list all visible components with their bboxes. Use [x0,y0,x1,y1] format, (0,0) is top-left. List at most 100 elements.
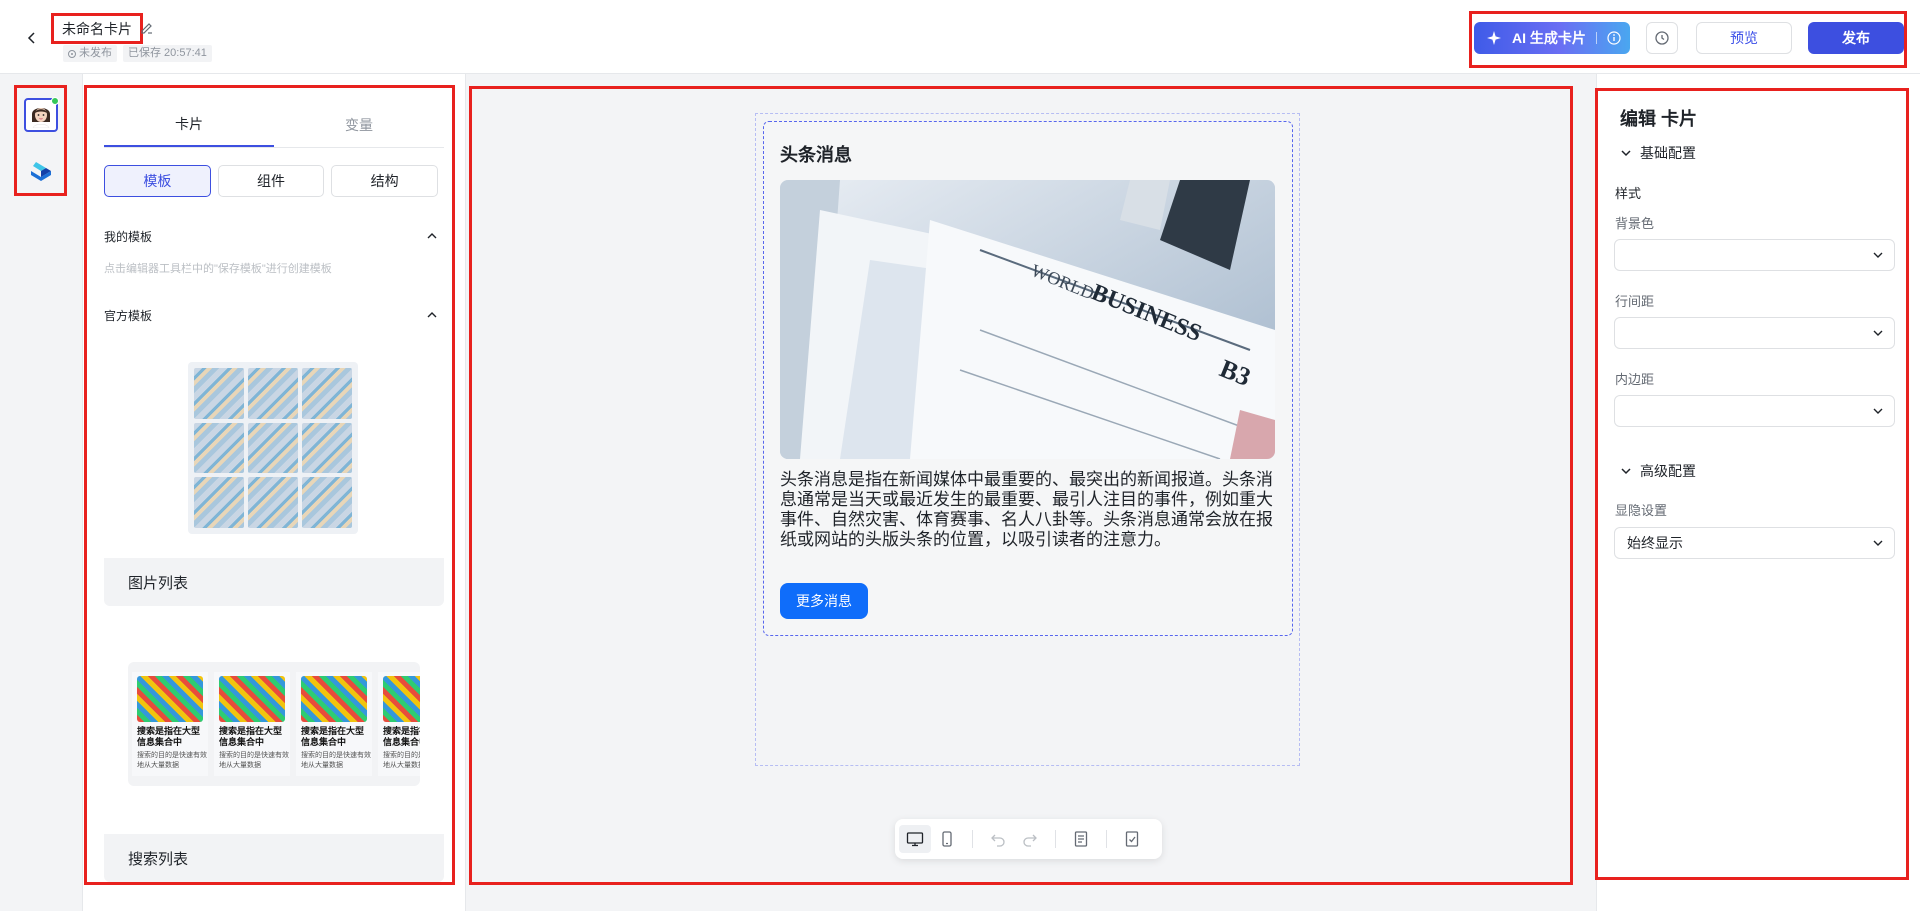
grid-thumb [194,477,244,528]
search-item-desc: 搜索的目的是快速有效地从大量数据 [301,752,371,769]
toolbar-divider [1106,830,1107,848]
segment-structure[interactable]: 结构 [331,165,439,197]
visibility-label: 显隐设置 [1615,503,1668,518]
grid-thumb [194,368,244,419]
right-panel-highlight [1595,88,1909,880]
preview-button[interactable]: 预览 [1696,22,1792,54]
tab-variables[interactable]: 变量 [274,102,444,147]
grid-thumb [302,368,352,419]
tab-card[interactable]: 卡片 [104,102,274,147]
grid-thumb [302,422,352,474]
undo-button[interactable] [982,825,1014,853]
grid-thumb [248,477,298,528]
basic-config-toggle[interactable]: 基础配置 [1620,143,1696,163]
padding-select[interactable] [1614,395,1895,427]
search-preview-item: 搜索是指在大型信息集合中 搜索的目的是快速有效地从大量数据 [296,672,372,776]
chevron-down-icon [1873,408,1883,414]
ai-generate-label: AI 生成卡片 [1512,30,1586,46]
search-item-desc: 搜索的目的是快速有效地从大量数据 [137,752,207,769]
my-templates-hint: 点击编辑器工具栏中的"保存模板"进行创建模板 [104,263,332,275]
back-button[interactable] [20,26,44,50]
edit-panel-title: 编辑 卡片 [1620,109,1698,129]
newspaper-image[interactable]: WORLD BUSINESS B3 [780,180,1275,459]
visibility-select[interactable]: 始终显示 [1614,527,1895,559]
toolbar-divider [1055,830,1056,848]
saved-time-text: 已保存 20:57:41 [128,47,207,59]
history-button[interactable] [1646,22,1678,54]
grid-thumb [248,422,298,474]
template-name: 搜索列表 [104,834,444,882]
segment-templates[interactable]: 模板 [104,165,211,197]
divider [1595,32,1597,44]
chevron-down-icon [1621,150,1631,157]
line-height-select[interactable] [1614,317,1895,349]
image-grid-preview [188,362,358,534]
grid-thumb [248,368,298,419]
undo-icon [991,834,1005,847]
redo-button[interactable] [1014,825,1046,853]
visibility-value: 始终显示 [1627,535,1683,551]
bg-color-select[interactable] [1614,239,1895,271]
search-preview-item: 搜索是指在大型信息集合中 搜索的目的是快速有效地从大量数据 [132,672,208,776]
card-heading[interactable]: 头条消息 [780,141,852,167]
saved-time-badge: 已保存 20:57:41 [123,45,212,62]
edit-icon[interactable] [139,20,155,36]
advanced-config-toggle[interactable]: 高级配置 [1620,461,1696,481]
mobile-view-button[interactable] [931,825,963,853]
left-tabs: 卡片 变量 [104,102,444,148]
chevron-down-icon [1621,468,1631,475]
history-clock-icon [1655,31,1669,45]
desktop-icon [906,832,924,847]
chevron-up-icon [427,233,437,239]
canvas-toolbar [895,819,1162,859]
redo-icon [1023,834,1037,847]
avatar-face-icon [32,108,50,128]
mobile-icon [942,831,952,847]
my-templates-header[interactable]: 我的模板 [104,226,438,246]
desktop-view-button[interactable] [899,825,931,853]
json-code-button[interactable] [1065,825,1097,853]
online-indicator [51,97,59,105]
grid-thumb [194,422,244,474]
toolbar-divider [972,830,973,848]
style-label: 样式 [1615,186,1642,201]
document-icon [1074,831,1088,847]
search-item-title: 搜索是指在大型信息集合中 [137,726,201,747]
template-card-search-list[interactable]: 搜索是指在大型信息集合中 搜索的目的是快速有效地从大量数据 搜索是指在大型信息集… [104,614,444,882]
template-card-image-list[interactable]: 图片列表 [104,338,444,606]
card-body-text[interactable]: 头条消息是指在新闻媒体中最重要的、最突出的新闻报道。头条消息通常是当天或最近发生… [780,470,1278,550]
chevron-up-icon [427,312,437,318]
search-item-desc: 搜索的目的是快速有效地从大量数据 [219,752,289,769]
more-news-button[interactable]: 更多消息 [780,583,868,619]
template-name: 图片列表 [104,558,444,606]
official-templates-header[interactable]: 官方模板 [104,305,438,325]
advanced-config-label: 高级配置 [1640,463,1696,479]
save-template-icon [1125,831,1139,847]
app-icons-image [219,676,285,722]
card-title-highlight: 未命名卡片 [51,13,143,44]
my-templates-title: 我的模板 [104,229,153,244]
newspaper-illustration: WORLD BUSINESS B3 [780,180,1275,459]
publish-button[interactable]: 发布 [1808,22,1904,54]
status-badge: 未发布 [63,45,117,62]
info-icon[interactable] [1607,31,1621,45]
search-item-title: 搜索是指在大型信息集合中 [383,726,420,747]
line-height-label: 行间距 [1615,294,1655,309]
search-preview-item: 搜索是指在大型信息集合中 搜索的目的是快速有效地从大量数据 [214,672,290,776]
search-item-desc: 搜索的目的是快速有效地从大量数据 [383,752,420,769]
search-list-preview: 搜索是指在大型信息集合中 搜索的目的是快速有效地从大量数据 搜索是指在大型信息集… [128,662,420,786]
app-icons-image [137,676,203,722]
chevron-down-icon [1873,252,1883,258]
segment-components[interactable]: 组件 [217,165,325,197]
card-name-title[interactable]: 未命名卡片 [62,19,132,39]
search-preview-item: 搜索是指在大型信息集合中 搜索的目的是快速有效地从大量数据 [378,672,420,776]
search-item-title: 搜索是指在大型信息集合中 [301,726,365,747]
bg-color-label: 背景色 [1615,216,1655,231]
ai-generate-button[interactable]: AI 生成卡片 [1474,22,1630,54]
app-icons-image [383,676,420,722]
app-logo-icon[interactable] [29,160,53,182]
bot-avatar[interactable] [24,97,59,132]
save-template-button[interactable] [1116,825,1148,853]
app-icons-image [301,676,367,722]
segment-control: 模板 组件 结构 [104,165,439,197]
